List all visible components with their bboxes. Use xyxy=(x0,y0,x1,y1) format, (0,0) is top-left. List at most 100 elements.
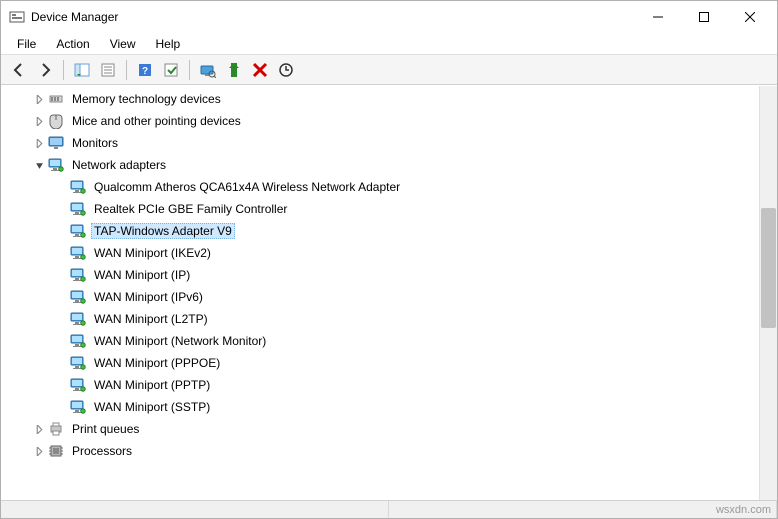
tree-node-label: Processors xyxy=(69,443,135,459)
network-icon xyxy=(69,266,87,284)
menubar: File Action View Help xyxy=(1,33,777,55)
network-icon xyxy=(69,244,87,262)
device-tree[interactable]: Memory technology devices Mice and other … xyxy=(1,86,759,502)
tree-node-label: Network adapters xyxy=(69,157,169,173)
tree-node-label: Mice and other pointing devices xyxy=(69,113,244,129)
toolbar-separator xyxy=(126,60,127,80)
expander-spacer xyxy=(53,245,69,261)
network-icon xyxy=(69,354,87,372)
expander-spacer xyxy=(53,399,69,415)
tree-node-label: WAN Miniport (L2TP) xyxy=(91,311,211,327)
tree-node-label: WAN Miniport (PPTP) xyxy=(91,377,213,393)
properties-button[interactable] xyxy=(96,58,120,82)
tree-node[interactable]: Monitors xyxy=(1,132,759,154)
memory-icon xyxy=(47,90,65,108)
tree-node-label: Memory technology devices xyxy=(69,91,224,107)
chevron-right-icon[interactable] xyxy=(31,113,47,129)
tree-node[interactable]: TAP-Windows Adapter V9 xyxy=(1,220,759,242)
svg-text:?: ? xyxy=(142,66,148,77)
expander-spacer xyxy=(53,377,69,393)
minimize-button[interactable] xyxy=(635,2,681,32)
tree-node[interactable]: WAN Miniport (IKEv2) xyxy=(1,242,759,264)
network-icon xyxy=(69,200,87,218)
statusbar xyxy=(1,500,777,518)
expander-spacer xyxy=(53,223,69,239)
scrollbar-thumb[interactable] xyxy=(761,208,776,328)
tree-node[interactable]: Memory technology devices xyxy=(1,88,759,110)
expander-spacer xyxy=(53,333,69,349)
vertical-scrollbar[interactable] xyxy=(759,86,777,502)
toolbar: ? xyxy=(1,55,777,85)
network-icon xyxy=(69,178,87,196)
tree-node[interactable]: WAN Miniport (Network Monitor) xyxy=(1,330,759,352)
tree-node[interactable]: WAN Miniport (SSTP) xyxy=(1,396,759,418)
chevron-right-icon[interactable] xyxy=(31,443,47,459)
monitor-icon xyxy=(47,134,65,152)
toolbar-separator xyxy=(189,60,190,80)
expander-spacer xyxy=(53,267,69,283)
tree-node[interactable]: Mice and other pointing devices xyxy=(1,110,759,132)
network-icon xyxy=(69,398,87,416)
expander-spacer xyxy=(53,355,69,371)
expander-spacer xyxy=(53,311,69,327)
toolbar-separator xyxy=(63,60,64,80)
tree-node[interactable]: Print queues xyxy=(1,418,759,440)
network-icon xyxy=(69,376,87,394)
tree-node[interactable]: Qualcomm Atheros QCA61x4A Wireless Netwo… xyxy=(1,176,759,198)
tree-node-label: Print queues xyxy=(69,421,142,437)
network-icon xyxy=(69,288,87,306)
help-button[interactable]: ? xyxy=(133,58,157,82)
tree-node-label: Realtek PCIe GBE Family Controller xyxy=(91,201,290,217)
tree-node-label: Qualcomm Atheros QCA61x4A Wireless Netwo… xyxy=(91,179,403,195)
scan-hardware-button[interactable] xyxy=(196,58,220,82)
chevron-right-icon[interactable] xyxy=(31,421,47,437)
expander-spacer xyxy=(53,179,69,195)
action-button[interactable] xyxy=(159,58,183,82)
tree-node[interactable]: Network adapters xyxy=(1,154,759,176)
tree-node-label: WAN Miniport (IP) xyxy=(91,267,193,283)
menu-view[interactable]: View xyxy=(100,35,146,53)
tree-node[interactable]: WAN Miniport (IP) xyxy=(1,264,759,286)
menu-action[interactable]: Action xyxy=(46,35,99,53)
uninstall-button[interactable] xyxy=(248,58,272,82)
tree-node-label: WAN Miniport (PPPOE) xyxy=(91,355,223,371)
tree-node[interactable]: WAN Miniport (PPPOE) xyxy=(1,352,759,374)
forward-button[interactable] xyxy=(33,58,57,82)
add-hardware-button[interactable] xyxy=(222,58,246,82)
close-button[interactable] xyxy=(727,2,773,32)
chevron-right-icon[interactable] xyxy=(31,135,47,151)
network-icon xyxy=(47,156,65,174)
tree-node[interactable]: WAN Miniport (IPv6) xyxy=(1,286,759,308)
network-icon xyxy=(69,222,87,240)
tree-node[interactable]: Realtek PCIe GBE Family Controller xyxy=(1,198,759,220)
watermark: wsxdn.com xyxy=(716,504,771,516)
maximize-button[interactable] xyxy=(681,2,727,32)
tree-node[interactable]: WAN Miniport (PPTP) xyxy=(1,374,759,396)
update-driver-button[interactable] xyxy=(274,58,298,82)
app-icon xyxy=(9,9,25,25)
tree-node-label: WAN Miniport (IPv6) xyxy=(91,289,206,305)
show-hide-console-tree-button[interactable] xyxy=(70,58,94,82)
tree-node[interactable]: WAN Miniport (L2TP) xyxy=(1,308,759,330)
tree-node-label: Monitors xyxy=(69,135,121,151)
window-title: Device Manager xyxy=(31,10,635,24)
menu-file[interactable]: File xyxy=(7,35,46,53)
chevron-right-icon[interactable] xyxy=(31,91,47,107)
network-icon xyxy=(69,332,87,350)
expander-spacer xyxy=(53,289,69,305)
cpu-icon xyxy=(47,442,65,460)
chevron-down-icon[interactable] xyxy=(31,157,47,173)
menu-help[interactable]: Help xyxy=(146,35,191,53)
tree-node-label: WAN Miniport (IKEv2) xyxy=(91,245,214,261)
tree-node[interactable]: Processors xyxy=(1,440,759,462)
printer-icon xyxy=(47,420,65,438)
titlebar: Device Manager xyxy=(1,1,777,33)
statusbar-cell xyxy=(1,501,389,518)
back-button[interactable] xyxy=(7,58,31,82)
content-pane: Memory technology devices Mice and other … xyxy=(1,85,777,502)
network-icon xyxy=(69,310,87,328)
mouse-icon xyxy=(47,112,65,130)
tree-node-label: WAN Miniport (Network Monitor) xyxy=(91,333,269,349)
tree-node-label: WAN Miniport (SSTP) xyxy=(91,399,213,415)
expander-spacer xyxy=(53,201,69,217)
